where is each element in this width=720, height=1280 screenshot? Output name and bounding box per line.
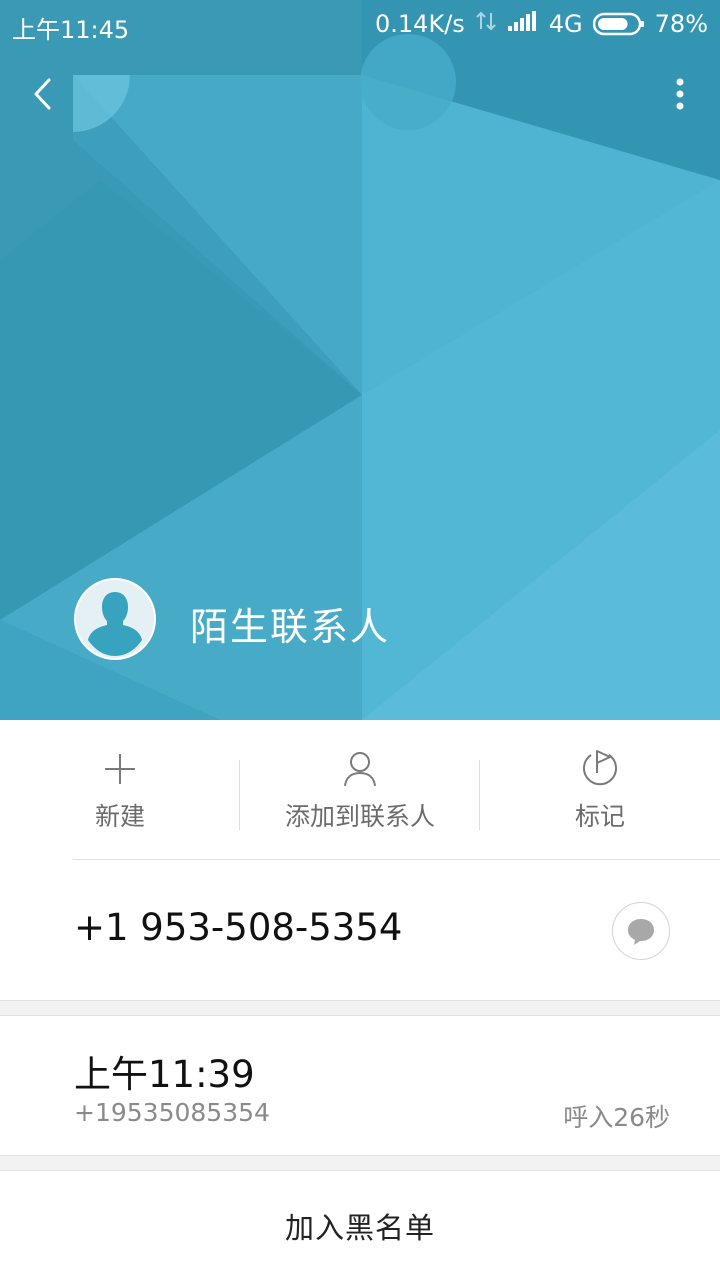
new-contact-label: 新建 (94, 802, 145, 831)
default-person-avatar-icon (76, 580, 154, 658)
net-speed: 0.14K/s (375, 10, 465, 38)
call-description: 呼入26秒 (563, 1103, 670, 1132)
section-gap (0, 1000, 720, 1016)
mark-button[interactable]: 标记 (480, 720, 720, 860)
contact-header: 上午11:45 0.14K/s 4G 78% 陌生联系人 (0, 0, 720, 720)
add-to-contacts-button[interactable]: 添加到联系人 (240, 720, 480, 860)
call-time: 上午11:39 (74, 1053, 255, 1096)
avatar (74, 578, 156, 660)
add-to-contacts-label: 添加到联系人 (284, 802, 435, 831)
new-contact-button[interactable]: 新建 (0, 720, 240, 860)
status-time: 上午11:45 (12, 16, 130, 44)
message-bubble-icon (628, 919, 654, 945)
data-arrows-icon (475, 10, 497, 38)
action-divider (479, 760, 480, 830)
send-message-button[interactable] (612, 902, 670, 960)
action-divider (239, 760, 240, 830)
phone-number-row[interactable]: +1 953-508-5354 (0, 860, 720, 1000)
back-button[interactable] (22, 72, 62, 116)
mark-label: 标记 (574, 802, 625, 831)
contact-name: 陌生联系人 (190, 605, 391, 649)
section-gap (0, 1155, 720, 1171)
call-log-entry[interactable]: 上午11:39 +19535085354 呼入26秒 (0, 1016, 720, 1155)
signal-icon (507, 10, 539, 38)
plus-icon (103, 747, 137, 791)
flag-icon (580, 747, 620, 791)
more-vertical-icon (676, 78, 684, 110)
status-bar: 上午11:45 0.14K/s 4G 78% (0, 0, 720, 50)
chevron-left-icon (34, 78, 51, 110)
status-right: 0.14K/s 4G 78% (375, 10, 708, 38)
battery-icon (592, 12, 645, 36)
call-number: +19535085354 (74, 1098, 270, 1127)
network-type: 4G (548, 10, 583, 38)
battery-percent: 78% (654, 10, 708, 38)
person-icon (343, 747, 377, 791)
add-to-blacklist-button[interactable]: 加入黑名单 (0, 1172, 720, 1280)
more-options-button[interactable] (668, 72, 692, 116)
add-to-blacklist-label: 加入黑名单 (284, 1211, 435, 1245)
phone-number: +1 953-508-5354 (74, 906, 403, 949)
action-bar: 新建 添加到联系人 标记 (0, 720, 720, 860)
